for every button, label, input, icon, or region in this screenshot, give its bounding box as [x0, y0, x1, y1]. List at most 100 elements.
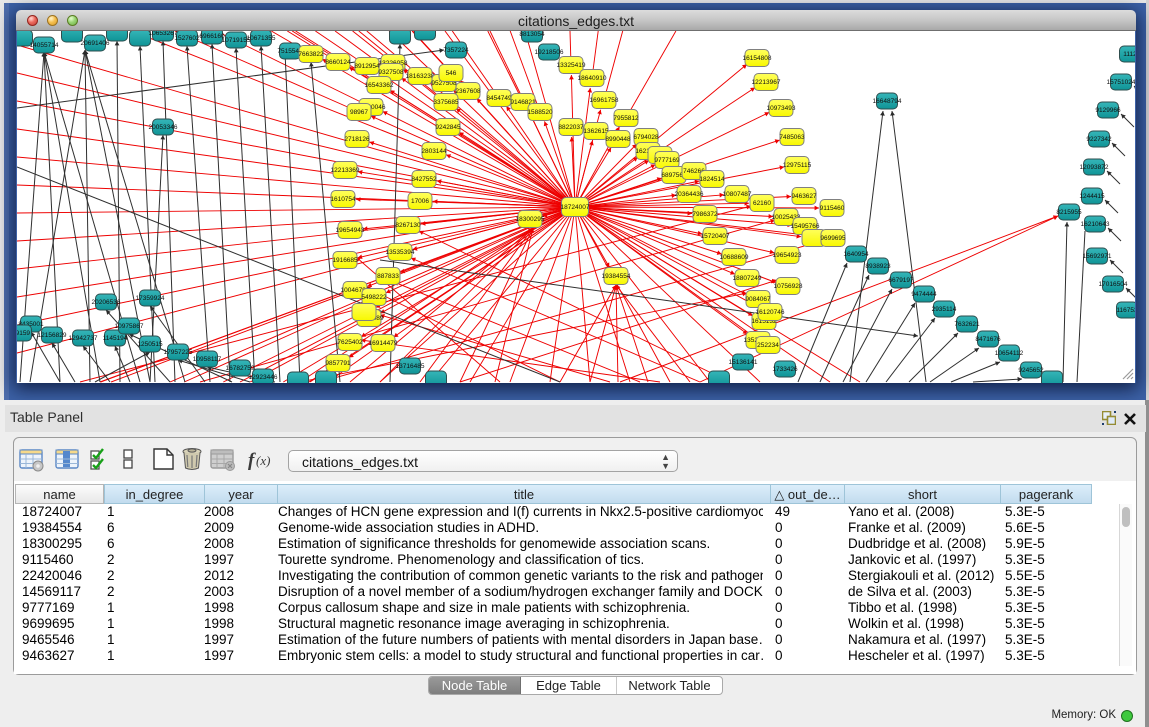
svg-text:98967: 98967 — [350, 109, 368, 116]
svg-text:16543362: 16543362 — [365, 82, 394, 89]
svg-text:39159: 39159 — [17, 330, 30, 337]
svg-text:17016504: 17016504 — [1099, 281, 1128, 288]
svg-text:8267130: 8267130 — [395, 222, 421, 229]
svg-text:9227342: 9227342 — [1086, 136, 1112, 143]
svg-text:14055714: 14055714 — [30, 42, 59, 49]
svg-text:252234: 252234 — [757, 342, 779, 349]
svg-text:8660124: 8660124 — [325, 59, 351, 66]
svg-text:10654112: 10654112 — [995, 350, 1024, 357]
svg-text:7632621: 7632621 — [954, 321, 980, 328]
svg-text:18724007: 18724007 — [561, 204, 590, 211]
svg-text:8454749: 8454749 — [486, 95, 512, 102]
svg-text:(x): (x) — [256, 453, 270, 468]
svg-text:1527602: 1527602 — [174, 35, 200, 42]
svg-text:7485063: 7485063 — [779, 134, 805, 141]
svg-text:1916685: 1916685 — [332, 257, 358, 264]
svg-text:1362615: 1362615 — [583, 128, 609, 135]
svg-text:8990448: 8990448 — [605, 136, 631, 143]
svg-text:8427552: 8427552 — [411, 176, 437, 183]
svg-text:12213967: 12213967 — [752, 79, 781, 86]
svg-text:7986372: 7986372 — [692, 211, 718, 218]
svg-text:9327508: 9327508 — [378, 69, 404, 76]
svg-text:12156829: 12156829 — [38, 332, 67, 339]
svg-text:15720407: 15720407 — [701, 233, 730, 240]
svg-text:18807249: 18807249 — [733, 275, 762, 282]
svg-text:20053346: 20053346 — [149, 124, 178, 131]
svg-text:13716485: 13716485 — [396, 363, 425, 370]
svg-text:16210643: 16210643 — [1081, 221, 1110, 228]
svg-text:10973493: 10973493 — [767, 105, 796, 112]
svg-text:10756928: 10756928 — [774, 283, 803, 290]
svg-text:9777169: 9777169 — [654, 157, 680, 164]
svg-text:9699695: 9699695 — [820, 235, 846, 242]
svg-text:6679197: 6679197 — [888, 277, 914, 284]
svg-text:12923446: 12923446 — [249, 374, 278, 381]
svg-text:10688609: 10688609 — [720, 254, 749, 261]
svg-text:7625402: 7625402 — [337, 339, 363, 346]
svg-text:1640954: 1640954 — [843, 251, 869, 258]
svg-text:7357224: 7357224 — [443, 47, 469, 54]
svg-text:1588520: 1588520 — [527, 109, 553, 116]
svg-text:12942737: 12942737 — [69, 335, 98, 342]
svg-text:10671355: 10671355 — [247, 35, 276, 42]
svg-text:1244415: 1244415 — [1079, 193, 1105, 200]
svg-text:9474444: 9474444 — [911, 291, 937, 298]
svg-text:19654943: 19654943 — [336, 227, 365, 234]
svg-text:9084067: 9084067 — [745, 296, 771, 303]
svg-text:18640910: 18640910 — [578, 75, 607, 82]
svg-text:16961758: 16961758 — [590, 97, 619, 104]
svg-text:887833: 887833 — [377, 273, 399, 280]
svg-text:1250515: 1250515 — [137, 341, 163, 348]
svg-text:12975115: 12975115 — [783, 162, 812, 169]
svg-text:19384554: 19384554 — [602, 273, 631, 280]
svg-text:1733426: 1733426 — [772, 366, 798, 373]
svg-text:8912954: 8912954 — [354, 63, 380, 70]
svg-text:20364436: 20364436 — [675, 191, 704, 198]
svg-text:16648794: 16648794 — [873, 98, 902, 105]
svg-text:f: f — [248, 450, 256, 471]
svg-text:1824514: 1824514 — [699, 176, 725, 183]
svg-text:17359924: 17359924 — [136, 295, 165, 302]
svg-text:2367608: 2367608 — [455, 88, 481, 95]
svg-text:8822037: 8822037 — [558, 124, 584, 131]
svg-text:12213369: 12213369 — [331, 167, 360, 174]
svg-text:9463627: 9463627 — [791, 193, 817, 200]
svg-text:17006: 17006 — [411, 198, 429, 205]
svg-text:12093872: 12093872 — [1080, 164, 1109, 171]
svg-text:10807487: 10807487 — [723, 191, 752, 198]
svg-text:546: 546 — [446, 70, 457, 77]
svg-text:16782759: 16782759 — [226, 365, 255, 372]
svg-text:116753: 116753 — [1116, 307, 1135, 314]
svg-text:10958117: 10958117 — [193, 356, 222, 363]
svg-text:9115460: 9115460 — [820, 205, 845, 212]
svg-text:18163238: 18163238 — [406, 73, 435, 80]
svg-text:9245652: 9245652 — [1018, 367, 1044, 374]
svg-text:7663822: 7663822 — [298, 51, 324, 58]
svg-text:17957225: 17957225 — [164, 349, 193, 356]
svg-text:6794028: 6794028 — [633, 134, 659, 141]
svg-text:18300295: 18300295 — [516, 216, 545, 223]
svg-text:1112: 1112 — [1123, 51, 1135, 58]
svg-text:8938923: 8938923 — [865, 263, 891, 270]
svg-text:2935114: 2935114 — [932, 306, 957, 313]
svg-text:20206536: 20206536 — [92, 299, 121, 306]
svg-text:9129966: 9129966 — [1095, 107, 1121, 114]
svg-text:1145194: 1145194 — [103, 335, 128, 342]
svg-text:5498222: 5498222 — [361, 294, 387, 301]
svg-text:8471676: 8471676 — [975, 336, 1001, 343]
svg-text:8813054: 8813054 — [519, 31, 545, 38]
svg-text:16120746: 16120746 — [756, 309, 785, 316]
svg-text:15692971: 15692971 — [1083, 253, 1112, 260]
svg-text:7955812: 7955812 — [613, 115, 639, 122]
svg-text:16914479: 16914479 — [369, 340, 398, 347]
svg-text:1610754: 1610754 — [330, 196, 356, 203]
svg-text:20691406: 20691406 — [81, 40, 110, 47]
svg-text:9857791: 9857791 — [325, 360, 351, 367]
svg-text:2803144: 2803144 — [421, 148, 447, 155]
svg-text:9242845: 9242845 — [435, 124, 461, 131]
svg-text:19218506: 19218506 — [535, 49, 564, 56]
svg-text:15751024: 15751024 — [1107, 79, 1135, 86]
svg-text:13325419: 13325419 — [557, 62, 586, 69]
svg-text:8215955: 8215955 — [1056, 209, 1082, 216]
svg-text:10975867: 10975867 — [115, 323, 144, 330]
